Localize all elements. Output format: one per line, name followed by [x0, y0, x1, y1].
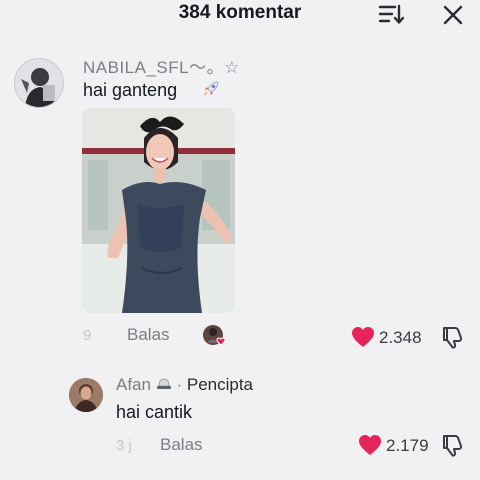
reply-reply-button[interactable]: Balas [160, 435, 203, 455]
reply-button[interactable]: Balas [127, 325, 170, 345]
liked-by-creator-icon [202, 324, 228, 348]
reply-like-icon[interactable] [358, 434, 382, 456]
comments-header: 384 komentar [0, 0, 480, 30]
comment-photo[interactable] [82, 108, 235, 313]
dislike-icon[interactable] [441, 325, 465, 349]
comment-text: hai ganteng [83, 80, 178, 100]
commenter-username[interactable]: NABILA_SFL〜。☆ [83, 53, 240, 78]
commenter-avatar[interactable] [14, 58, 64, 108]
comment-count-title: 384 komentar [178, 2, 302, 23]
rocket-icon [201, 79, 221, 99]
hat-icon [156, 376, 172, 390]
like-count: 2.348 [379, 328, 422, 347]
reply-like-count: 2.179 [386, 436, 429, 455]
creator-label: Pencipta [186, 375, 254, 394]
reply-username-line: Afan · Pencipta [116, 375, 253, 395]
reply-username[interactable]: Afan [116, 375, 151, 394]
comments-panel: 384 komentar NABILA_SFL〜。☆ hai ganteng 9… [0, 0, 480, 480]
sort-icon[interactable] [378, 3, 405, 25]
separator-dot: · [176, 375, 183, 394]
reply-text: hai cantik [116, 402, 193, 422]
reply-dislike-icon[interactable] [441, 433, 465, 457]
reply-time: 3 j [116, 437, 132, 454]
reply-avatar[interactable] [69, 378, 103, 412]
comment-time: 9 [83, 327, 92, 344]
close-icon[interactable] [442, 4, 464, 26]
like-icon[interactable] [351, 326, 375, 348]
